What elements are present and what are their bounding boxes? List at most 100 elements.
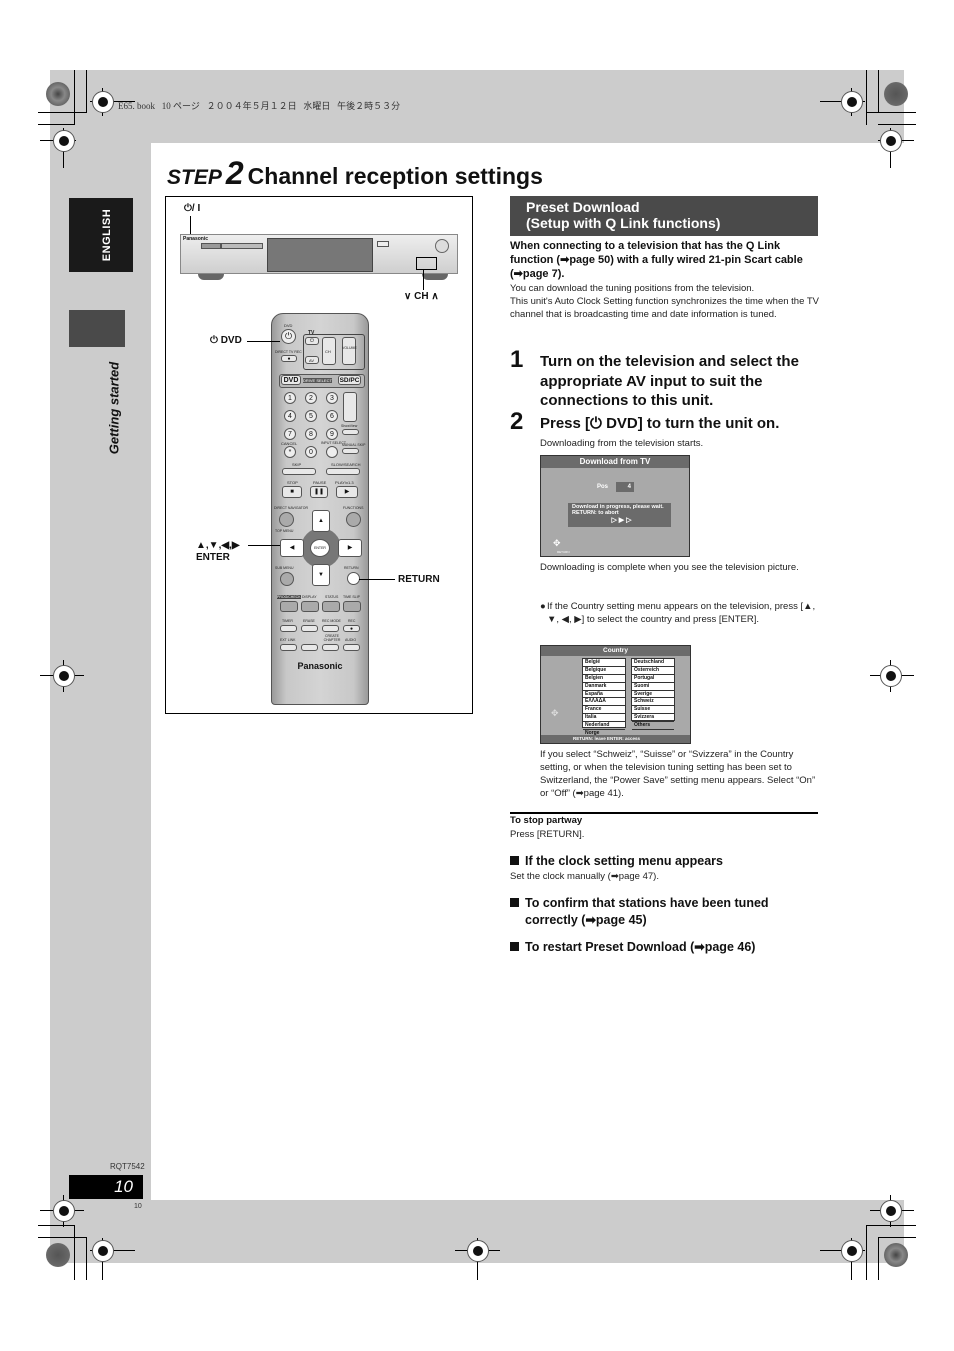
drive-dvd-button[interactable]: DVD	[281, 375, 301, 385]
display-button[interactable]	[301, 601, 319, 612]
registration-target-icon	[467, 1240, 489, 1262]
play-button[interactable]: ▶	[336, 486, 358, 498]
ext-link-button[interactable]	[280, 644, 297, 651]
create-chapter-button[interactable]	[322, 644, 339, 651]
swiss-note: If you select “Schweiz”, “Suisse” or “Sv…	[540, 749, 816, 799]
time-slip-button[interactable]	[343, 601, 361, 612]
up-button[interactable]: ▲	[312, 510, 330, 532]
country-option[interactable]: España	[583, 691, 625, 699]
registration-disc-icon	[884, 82, 908, 106]
pause-button[interactable]: ❚❚	[310, 486, 328, 498]
number-button[interactable]: 9	[326, 428, 338, 440]
unit-brand: Panasonic	[183, 236, 209, 242]
right-button[interactable]: ▶	[338, 539, 362, 557]
number-button[interactable]: 0	[305, 446, 317, 458]
country-option[interactable]: Deutschland	[632, 659, 674, 667]
number-button[interactable]: 1	[284, 392, 296, 404]
number-button[interactable]: 7	[284, 428, 296, 440]
country-option[interactable]: Portugal	[632, 675, 674, 683]
skip-buttons[interactable]	[282, 468, 316, 475]
number-button[interactable]: 6	[326, 410, 338, 422]
country-option[interactable]: Belgien	[583, 675, 625, 683]
showview-button[interactable]	[342, 429, 359, 435]
nav-pad-icon: ✥	[553, 538, 561, 548]
left-button[interactable]: ◀	[280, 539, 304, 557]
sub-menu-button[interactable]	[280, 572, 294, 586]
country-option[interactable]: France	[583, 706, 625, 715]
clock-text: Set the clock manually (➡page 47).	[510, 871, 659, 882]
crop-mark	[878, 124, 916, 125]
number-button[interactable]: 2	[305, 392, 317, 404]
functions-button[interactable]	[346, 512, 361, 527]
country-option[interactable]: België	[583, 659, 625, 667]
pos-label: Pos	[597, 484, 609, 490]
nav-pad-icon: ✥	[551, 708, 559, 718]
restart-heading: To restart Preset Download (➡page 46)	[510, 939, 820, 956]
tv-power-button[interactable]: ⏻	[305, 337, 319, 345]
unit-sd-slot	[221, 243, 263, 249]
confirm-heading: To confirm that stations have been tuned…	[510, 895, 815, 929]
country-option[interactable]: Svizzera	[632, 714, 674, 723]
down-button[interactable]: ▼	[312, 564, 330, 586]
create-chapter-label: CREATE CHAPTER	[323, 634, 341, 642]
step-1-number: 1	[510, 346, 524, 373]
square-bullet-icon	[510, 898, 519, 907]
crop-mark	[866, 1225, 867, 1280]
manual-skip-button[interactable]	[342, 448, 359, 454]
country-option[interactable]: Sverige	[632, 691, 674, 699]
small-page-number: 10	[134, 1203, 142, 1210]
country-option[interactable]: Others	[632, 722, 674, 731]
registration-target-icon	[92, 91, 114, 113]
audio-button[interactable]	[343, 644, 360, 651]
slow-search-buttons[interactable]	[326, 468, 360, 475]
country-option[interactable]: Österreich	[632, 667, 674, 675]
country-option[interactable]: Danmark	[583, 683, 625, 691]
country-option[interactable]: ΕΛΛΑΔΑ	[583, 698, 625, 707]
intro-p2: This unit's Auto Clock Setting function …	[510, 296, 819, 320]
country-option[interactable]: Italia	[583, 714, 625, 723]
registration-target-icon	[92, 1240, 114, 1262]
return-leader-line	[359, 579, 395, 580]
erase-button[interactable]	[301, 625, 318, 632]
country-option[interactable]: Belgique	[583, 667, 625, 675]
rec-mode-button[interactable]	[322, 625, 339, 632]
audio-label: AUDIO	[345, 638, 357, 642]
country-option[interactable]: Nederland	[583, 722, 625, 731]
direct-tv-rec-button[interactable]: ●	[281, 355, 297, 362]
rec-button[interactable]: ●	[343, 625, 360, 632]
enter-button[interactable]: ENTER	[310, 539, 330, 557]
number-button[interactable]: 4	[284, 410, 296, 422]
cancel-button[interactable]: *	[284, 446, 296, 458]
prog-check-button[interactable]	[280, 601, 298, 612]
dvd-power-button[interactable]: ⏻	[281, 329, 296, 344]
country-screen: Country België Belgique Belgien Danmark Espa…	[540, 645, 691, 744]
step-2-number: 2	[510, 408, 524, 435]
title-step-number: 2	[225, 155, 244, 191]
erase-label: ERASE	[303, 619, 315, 623]
restart-heading-text: To restart Preset Download (➡page 46)	[525, 940, 756, 954]
dvd-power-leader-line	[247, 341, 280, 342]
remote-button[interactable]	[301, 644, 318, 651]
number-button[interactable]: 5	[305, 410, 317, 422]
number-button[interactable]: 3	[326, 392, 338, 404]
country-option[interactable]: Suomi	[632, 683, 674, 691]
crop-mark	[38, 112, 87, 113]
registration-target-icon	[880, 130, 902, 152]
country-option[interactable]: Schweiz	[632, 698, 674, 707]
page-title: STEP 2 Channel reception settings	[167, 155, 543, 192]
volume-button[interactable]	[342, 337, 356, 365]
ch-up-down-button[interactable]	[343, 392, 357, 422]
stop-button[interactable]: ■	[282, 486, 302, 498]
divider	[510, 812, 818, 814]
drive-sdpc-button[interactable]: SD/PC	[338, 375, 361, 385]
direct-tv-rec-label: DIRECT TV REC	[275, 350, 302, 354]
sub-menu-label: SUB MENU	[275, 566, 294, 570]
timer-button[interactable]	[280, 625, 297, 632]
unit-ch-buttons[interactable]	[416, 257, 437, 270]
number-button[interactable]: 8	[305, 428, 317, 440]
input-select-button[interactable]	[326, 446, 338, 458]
crop-mark	[866, 70, 867, 125]
country-option[interactable]: Suisse	[632, 706, 674, 715]
direct-navigator-button[interactable]	[279, 512, 294, 527]
status-button[interactable]	[322, 601, 340, 612]
